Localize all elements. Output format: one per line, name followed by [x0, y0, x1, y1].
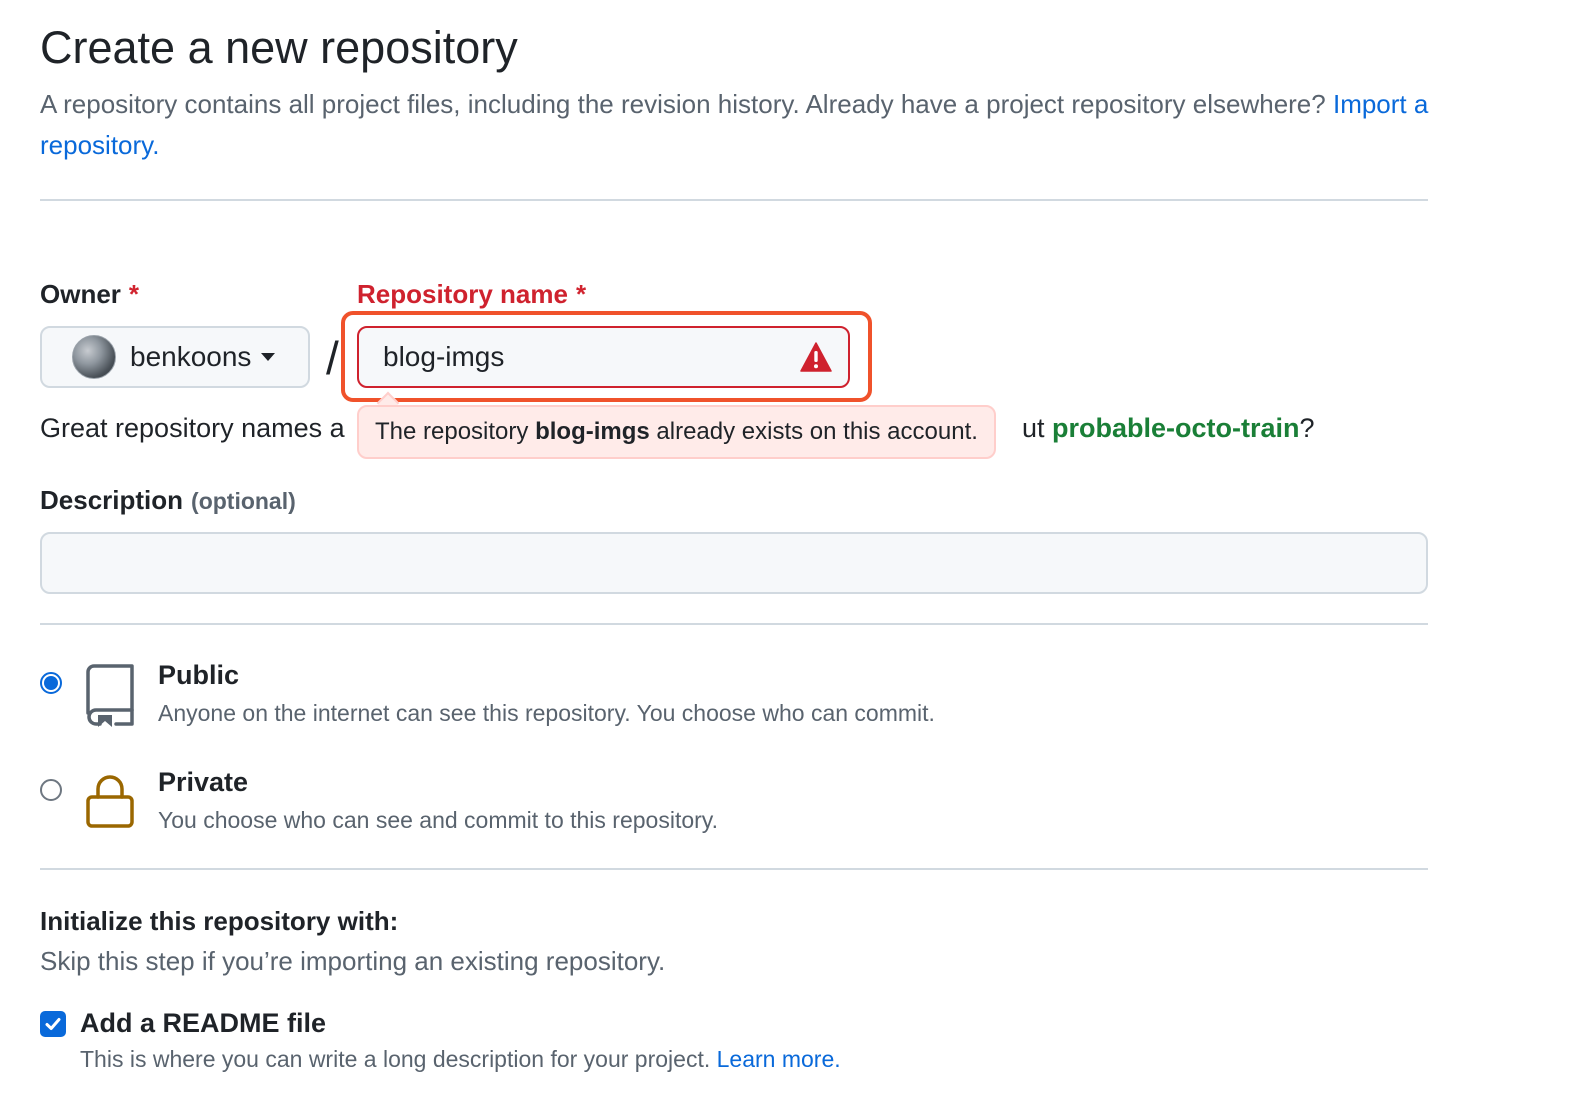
owner-name: benkoons	[130, 341, 252, 372]
owner-label: Owner *	[40, 278, 139, 310]
add-readme-label[interactable]: Add a README file	[80, 1008, 326, 1039]
divider	[40, 199, 1428, 201]
repository-name-input[interactable]	[357, 326, 850, 388]
divider	[40, 868, 1428, 870]
private-radio[interactable]	[40, 779, 62, 801]
private-title: Private	[158, 767, 249, 797]
public-title: Public	[158, 660, 240, 690]
lock-icon	[86, 775, 134, 828]
suggested-name-link[interactable]: probable-octo-train	[1052, 413, 1300, 443]
page-title: Create a new repository	[40, 22, 518, 73]
description-label: Description (optional)	[40, 484, 296, 517]
repo-icon	[86, 664, 134, 727]
intro-text: A repository contains all project files,…	[40, 84, 1440, 166]
user-avatar	[72, 335, 116, 379]
owner-dropdown[interactable]: benkoons	[40, 326, 310, 388]
alert-triangle-icon	[800, 342, 832, 372]
public-radio[interactable]	[40, 672, 62, 694]
chevron-down-icon	[261, 353, 276, 361]
readme-description-text: This is where you can write a long descr…	[80, 1046, 711, 1072]
owner-repo-separator: /	[326, 332, 339, 384]
helper-text-tail: ut	[1022, 413, 1045, 443]
required-mark: *	[128, 279, 140, 309]
initialize-description: Skip this step if you’re importing an ex…	[40, 946, 666, 976]
name-suggestion-text: ut probable-octo-train?	[1022, 410, 1315, 446]
repository-name-label-text: Repository name	[357, 279, 568, 309]
divider	[40, 623, 1428, 625]
check-icon	[45, 1018, 61, 1030]
add-readme-checkbox[interactable]	[40, 1011, 66, 1037]
required-mark: *	[575, 279, 587, 309]
helper-end: ?	[1299, 413, 1315, 443]
description-input[interactable]	[40, 532, 1428, 594]
error-suffix: already exists on this account.	[656, 418, 978, 445]
learn-more-link[interactable]: Learn more.	[717, 1046, 841, 1072]
error-repo-name: blog-imgs	[535, 418, 650, 445]
owner-label-text: Owner	[40, 279, 121, 309]
optional-tag: (optional)	[191, 488, 296, 514]
repository-name-label: Repository name *	[357, 278, 586, 310]
error-prefix: The repository	[375, 418, 529, 445]
readme-description: This is where you can write a long descr…	[80, 1046, 841, 1073]
initialize-title: Initialize this repository with:	[40, 906, 399, 936]
private-description: You choose who can see and commit to thi…	[158, 807, 718, 833]
name-helper-text: Great repository names a	[40, 413, 345, 443]
repository-exists-error: The repository blog-imgs already exists …	[357, 405, 996, 459]
intro-description: A repository contains all project files,…	[40, 89, 1326, 119]
description-label-text: Description	[40, 485, 184, 515]
public-description: Anyone on the internet can see this repo…	[158, 700, 935, 726]
